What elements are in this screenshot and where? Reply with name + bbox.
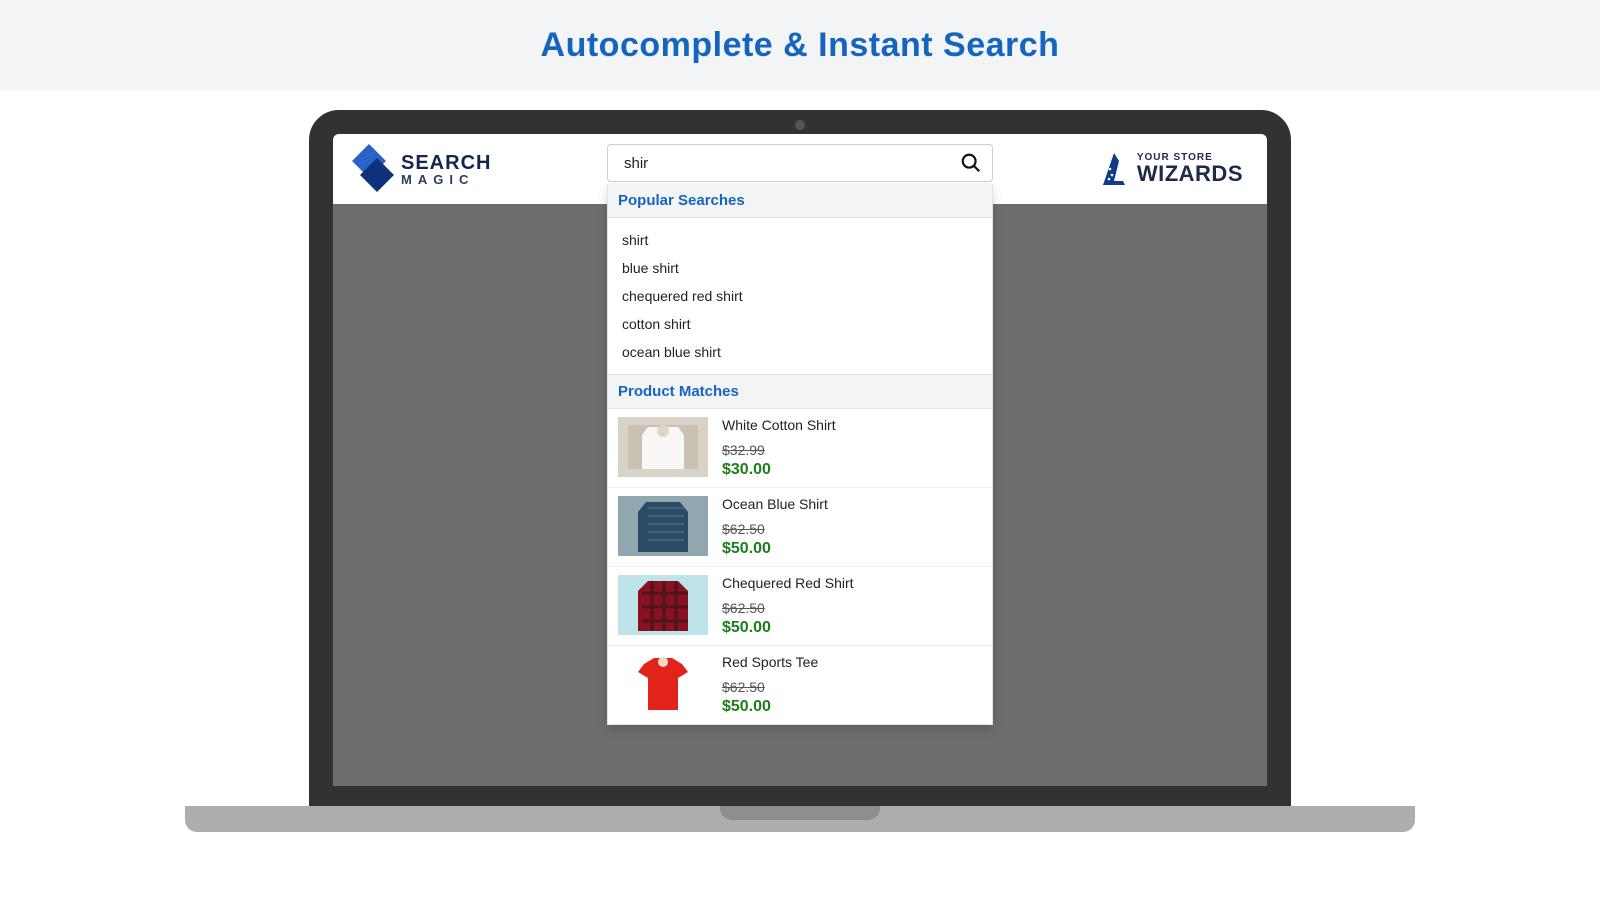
product-name: Red Sports Tee xyxy=(722,654,818,670)
product-new-price: $50.00 xyxy=(722,698,818,716)
product-match-item[interactable]: White Cotton Shirt $32.99 $30.00 xyxy=(608,409,992,488)
product-meta: Chequered Red Shirt $62.50 $50.00 xyxy=(722,575,854,637)
product-thumbnail xyxy=(618,496,708,556)
popular-searches-list: shirtblue shirtchequered red shirtcotton… xyxy=(608,218,992,374)
product-name: Chequered Red Shirt xyxy=(722,575,854,591)
product-new-price: $50.00 xyxy=(722,619,854,637)
product-name: White Cotton Shirt xyxy=(722,417,836,433)
popular-search-item[interactable]: ocean blue shirt xyxy=(608,338,992,366)
popular-search-item[interactable]: blue shirt xyxy=(608,254,992,282)
wizard-hat-icon xyxy=(1099,151,1129,187)
autocomplete-dropdown: Popular Searches shirtblue shirtchequere… xyxy=(607,184,993,725)
page-title: Autocomplete & Instant Search xyxy=(541,26,1060,65)
product-old-price: $32.99 xyxy=(722,442,836,458)
search-magic-logo: SEARCH MAGIC xyxy=(357,149,491,189)
product-thumbnail xyxy=(618,575,708,635)
product-match-item[interactable]: Ocean Blue Shirt $62.50 $50.00 xyxy=(608,488,992,567)
product-old-price: $62.50 xyxy=(722,679,818,695)
product-matches-list: White Cotton Shirt $32.99 $30.00 Ocean Blue… xyxy=(608,409,992,724)
product-old-price: $62.50 xyxy=(722,600,854,616)
page-banner: Autocomplete & Instant Search xyxy=(0,0,1600,90)
product-old-price: $62.50 xyxy=(722,521,828,537)
popular-search-item[interactable]: chequered red shirt xyxy=(608,282,992,310)
search-magic-mark-icon xyxy=(357,149,391,189)
laptop-screen: SEARCH MAGIC xyxy=(333,134,1267,786)
product-thumbnail xyxy=(618,654,708,714)
laptop-base xyxy=(185,806,1415,832)
product-meta: White Cotton Shirt $32.99 $30.00 xyxy=(722,417,836,479)
laptop-bezel: SEARCH MAGIC xyxy=(309,110,1291,810)
product-new-price: $30.00 xyxy=(722,461,836,479)
logo-left-line1: SEARCH xyxy=(401,153,491,173)
product-match-item[interactable]: Chequered Red Shirt $62.50 $50.00 xyxy=(608,567,992,646)
popular-search-item[interactable]: cotton shirt xyxy=(608,310,992,338)
logo-left-line2: MAGIC xyxy=(401,173,491,186)
search-icon[interactable] xyxy=(960,152,982,174)
popular-searches-header: Popular Searches xyxy=(608,184,992,218)
search-box[interactable] xyxy=(607,144,993,182)
laptop-notch xyxy=(720,806,880,820)
product-new-price: $50.00 xyxy=(722,540,828,558)
product-meta: Ocean Blue Shirt $62.50 $50.00 xyxy=(722,496,828,558)
product-match-item[interactable]: Red Sports Tee $62.50 $50.00 xyxy=(608,646,992,724)
your-store-wizards-logo: YOUR STORE WIZARDS xyxy=(1099,151,1243,187)
laptop-camera-icon xyxy=(795,120,805,130)
product-matches-header: Product Matches xyxy=(608,374,992,409)
search-column: Popular Searches shirtblue shirtchequere… xyxy=(607,144,993,725)
popular-search-item[interactable]: shirt xyxy=(608,226,992,254)
product-name: Ocean Blue Shirt xyxy=(722,496,828,512)
laptop-mock: SEARCH MAGIC xyxy=(309,110,1291,810)
search-input[interactable] xyxy=(622,154,960,173)
stage: SEARCH MAGIC xyxy=(0,90,1600,900)
product-thumbnail xyxy=(618,417,708,477)
logo-right-big: WIZARDS xyxy=(1137,163,1243,185)
product-meta: Red Sports Tee $62.50 $50.00 xyxy=(722,654,818,716)
